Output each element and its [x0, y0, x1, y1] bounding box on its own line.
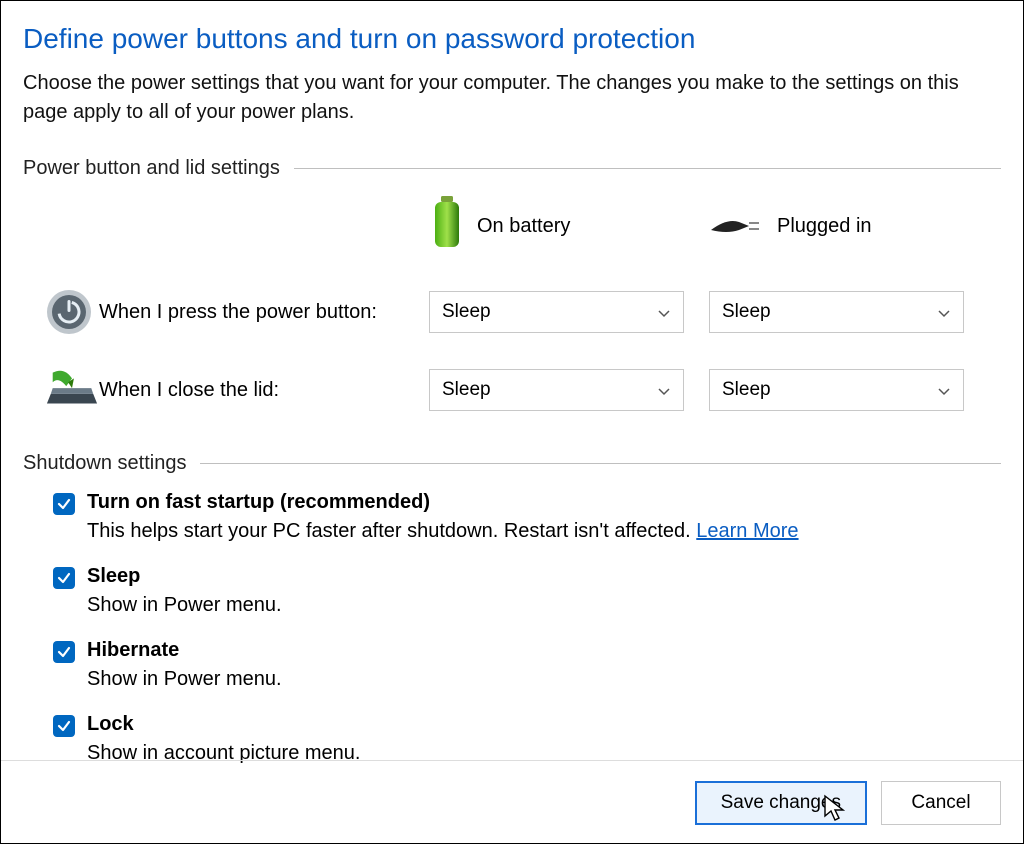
- row-label-power-button: When I press the power button:: [99, 301, 429, 324]
- checkbox-fast-startup[interactable]: [53, 493, 75, 515]
- chevron-down-icon: [937, 305, 951, 319]
- power-options-panel: Define power buttons and turn on passwor…: [0, 0, 1024, 844]
- option-sleep: Sleep Show in Power menu.: [53, 565, 1001, 617]
- chevron-down-icon: [937, 383, 951, 397]
- option-fast-startup: Turn on fast startup (recommended) This …: [53, 491, 1001, 543]
- option-lock: Lock Show in account picture menu.: [53, 713, 1001, 765]
- select-value: Sleep: [722, 379, 771, 401]
- divider: [200, 463, 1001, 464]
- close-lid-icon: [23, 368, 99, 412]
- power-button-icon: [23, 288, 99, 336]
- cancel-button[interactable]: Cancel: [881, 781, 1001, 825]
- page-title: Define power buttons and turn on passwor…: [23, 23, 1001, 55]
- learn-more-link[interactable]: Learn More: [696, 520, 798, 542]
- chevron-down-icon: [657, 305, 671, 319]
- option-desc: This helps start your PC faster after sh…: [87, 520, 799, 543]
- option-title: Sleep: [87, 565, 282, 588]
- button-bar: Save changes Cancel: [695, 781, 1001, 825]
- page-subtitle: Choose the power settings that you want …: [23, 69, 1001, 127]
- checkbox-lock[interactable]: [53, 715, 75, 737]
- chevron-down-icon: [657, 383, 671, 397]
- section-label-power-lid: Power button and lid settings: [23, 157, 280, 180]
- power-lid-grid: On battery Plugged in When I press the p…: [23, 196, 1001, 412]
- option-hibernate: Hibernate Show in Power menu.: [53, 639, 1001, 691]
- shutdown-settings-list: Turn on fast startup (recommended) This …: [23, 491, 1001, 787]
- select-value: Sleep: [722, 301, 771, 323]
- option-title: Hibernate: [87, 639, 282, 662]
- column-label-battery: On battery: [477, 215, 570, 238]
- select-value: Sleep: [442, 379, 491, 401]
- option-desc: Show in Power menu.: [87, 668, 282, 691]
- option-desc: Show in Power menu.: [87, 594, 282, 617]
- checkbox-hibernate[interactable]: [53, 641, 75, 663]
- row-label-close-lid: When I close the lid:: [99, 379, 429, 402]
- save-changes-button[interactable]: Save changes: [695, 781, 867, 825]
- option-desc: Show in account picture menu.: [87, 742, 361, 765]
- divider: [1, 760, 1023, 761]
- section-header-shutdown: Shutdown settings: [23, 452, 1001, 475]
- select-power-button-battery[interactable]: Sleep: [429, 291, 684, 333]
- section-label-shutdown: Shutdown settings: [23, 452, 186, 475]
- option-title: Lock: [87, 713, 361, 736]
- select-close-lid-plugged[interactable]: Sleep: [709, 369, 964, 411]
- select-power-button-plugged[interactable]: Sleep: [709, 291, 964, 333]
- divider: [294, 168, 1001, 169]
- section-header-power-lid: Power button and lid settings: [23, 157, 1001, 180]
- plug-icon: [709, 208, 765, 244]
- checkbox-sleep[interactable]: [53, 567, 75, 589]
- column-header-plugged: Plugged in: [709, 208, 989, 244]
- column-label-plugged: Plugged in: [777, 215, 872, 238]
- battery-icon: [429, 196, 465, 256]
- option-title: Turn on fast startup (recommended): [87, 491, 799, 514]
- column-header-battery: On battery: [429, 196, 709, 256]
- select-close-lid-battery[interactable]: Sleep: [429, 369, 684, 411]
- select-value: Sleep: [442, 301, 491, 323]
